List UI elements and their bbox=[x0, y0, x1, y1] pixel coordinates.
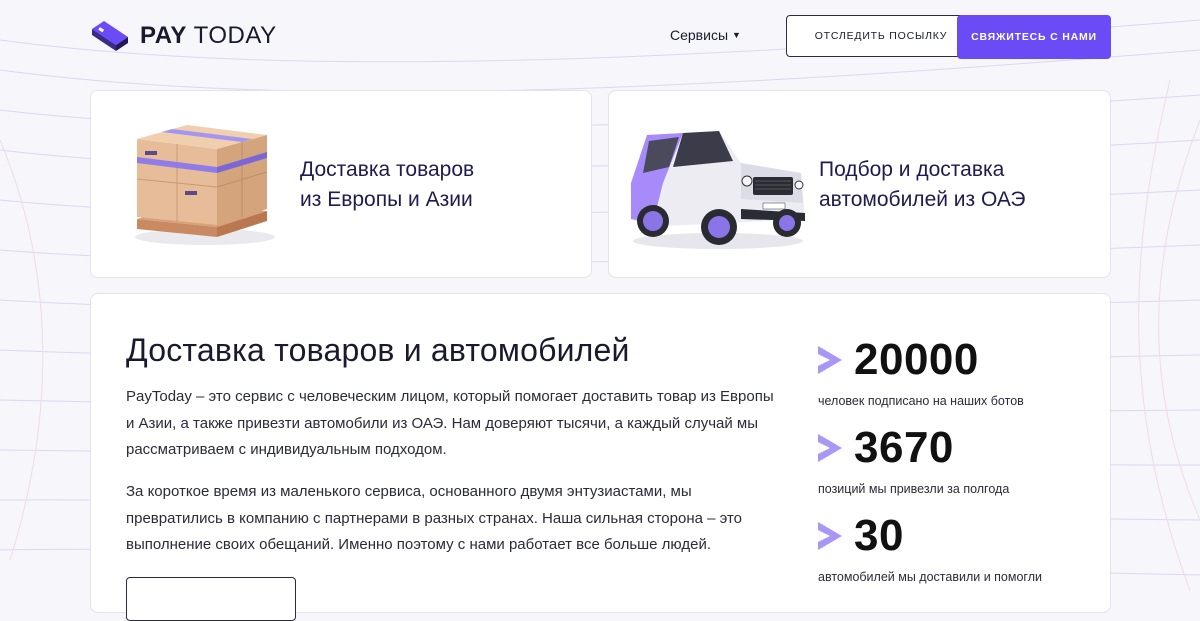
stat-item: 30 автомобилей мы доставили и помогли bbox=[818, 511, 1078, 584]
about-heading: Доставка товаров и автомобилей bbox=[126, 332, 630, 368]
about-paragraph-2: За короткое время из маленького сервиса,… bbox=[126, 483, 743, 553]
service-card-cars-title: Подбор и доставка автомобилей из ОАЭ bbox=[819, 155, 1079, 215]
about-more-button[interactable] bbox=[126, 577, 296, 621]
stat-item: 3670 позиций мы привезли за полгода bbox=[818, 423, 1078, 496]
service-card-goods[interactable]: Доставка товаров из Европы и Азии bbox=[90, 90, 592, 278]
chevron-right-icon bbox=[818, 522, 842, 550]
service-title-line: автомобилей из ОАЭ bbox=[819, 188, 1026, 211]
service-title-line: Доставка товаров bbox=[300, 158, 475, 181]
caret-down-icon: ▼ bbox=[732, 30, 741, 40]
logo-text-bold: PAY bbox=[140, 22, 187, 49]
logo-text-light: TODAY bbox=[193, 22, 277, 49]
chevron-right-icon bbox=[818, 434, 842, 462]
contact-us-button[interactable]: СВЯЖИТЕСЬ С НАМИ bbox=[957, 15, 1111, 59]
about-section: Доставка товаров и автомобилей PayToday … bbox=[90, 293, 1111, 621]
service-card-cars[interactable]: Подбор и доставка автомобилей из ОАЭ bbox=[608, 90, 1111, 278]
stat-label: автомобилей мы доставили и помогли bbox=[818, 570, 1042, 584]
service-title-line: из Европы и Азии bbox=[300, 188, 473, 211]
service-card-goods-title: Доставка товаров из Европы и Азии bbox=[300, 155, 560, 215]
contact-us-label: СВЯЖИТЕСЬ С НАМИ bbox=[971, 31, 1097, 43]
chevron-right-icon bbox=[818, 346, 842, 374]
stat-value: 3670 bbox=[854, 423, 954, 472]
service-title-line: Подбор и доставка bbox=[819, 158, 1005, 181]
track-parcel-label: ОТСЛЕДИТЬ ПОСЫЛКУ bbox=[814, 30, 948, 42]
about-paragraph-1: PayToday – это сервис с человеческим лиц… bbox=[126, 388, 774, 458]
stat-value: 30 bbox=[854, 511, 904, 560]
logo-text: PAY TODAY bbox=[140, 22, 277, 50]
site-header: PAY TODAY Сервисы ▼ ОТСЛЕДИТЬ ПОСЫЛКУ СВЯ… bbox=[90, 14, 1111, 60]
stat-label: человек подписано на наших ботов bbox=[818, 394, 1024, 408]
suv-car-image bbox=[631, 131, 805, 249]
track-parcel-button[interactable]: ОТСЛЕДИТЬ ПОСЫЛКУ bbox=[786, 15, 976, 57]
nav-services-label: Сервисы bbox=[670, 27, 729, 43]
stat-value: 20000 bbox=[854, 335, 979, 384]
pallet-boxes-image bbox=[135, 125, 275, 245]
stat-item: 20000 человек подписано на наших ботов bbox=[818, 335, 1078, 408]
stat-label: позиций мы привезли за полгода bbox=[818, 482, 1010, 496]
logo[interactable]: PAY TODAY bbox=[90, 19, 277, 53]
nav-services-dropdown[interactable]: Сервисы ▼ bbox=[670, 27, 741, 43]
logo-mark-icon bbox=[92, 21, 128, 51]
